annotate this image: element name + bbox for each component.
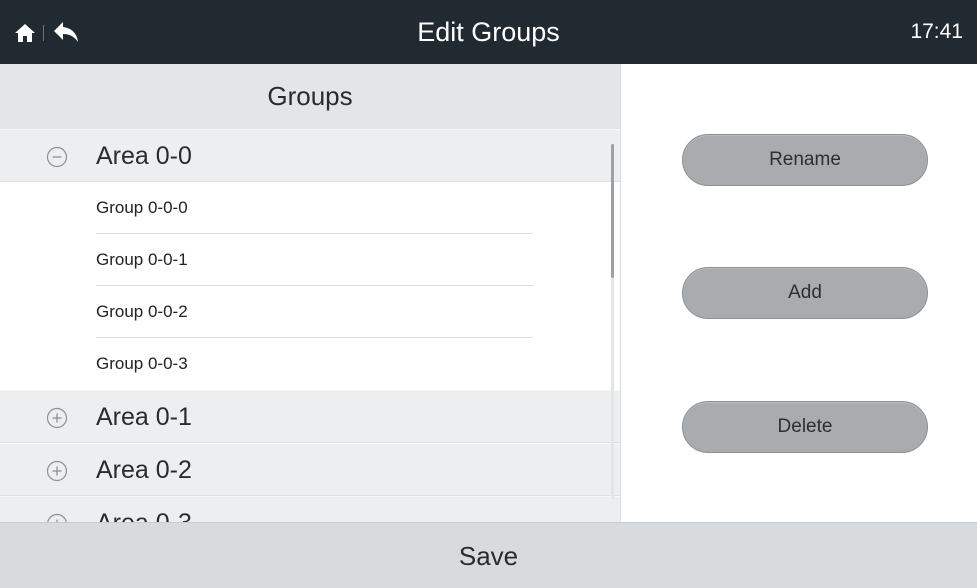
title-bar: Edit Groups 17:41 — [0, 0, 977, 64]
group-item[interactable]: Group 0-0-0 — [0, 182, 620, 234]
actions-panel: Rename Add Delete — [620, 64, 977, 522]
groups-panel-title: Groups — [0, 64, 620, 129]
area-label: Area 0-2 — [96, 456, 192, 484]
group-item[interactable]: Group 0-0-1 — [0, 234, 620, 286]
group-label: Group 0-0-3 — [96, 354, 188, 373]
list-scrollbar[interactable] — [611, 144, 614, 499]
save-button[interactable]: Save — [0, 522, 977, 588]
scrollbar-thumb[interactable] — [611, 144, 614, 278]
area-row[interactable]: Area 0-1 — [0, 390, 620, 443]
group-label: Group 0-0-0 — [96, 198, 188, 217]
groups-tree: Area 0-0 Group 0-0-0 Group 0-0-1 Group 0… — [0, 129, 620, 522]
area-row[interactable]: Area 0-0 — [0, 129, 620, 182]
group-label: Group 0-0-1 — [96, 250, 188, 269]
collapse-icon[interactable] — [46, 146, 68, 168]
area-row[interactable]: Area 0-3 — [0, 496, 620, 522]
page-title: Edit Groups — [417, 17, 560, 47]
group-label: Group 0-0-2 — [96, 302, 188, 321]
group-item[interactable]: Group 0-0-3 — [0, 338, 620, 390]
expand-icon[interactable] — [46, 513, 68, 522]
area-label: Area 0-3 — [96, 497, 192, 522]
delete-button[interactable]: Delete — [682, 401, 928, 453]
area-label: Area 0-1 — [96, 403, 192, 431]
groups-panel: Groups Area 0-0 Group 0-0-0 Group 0-0-1 … — [0, 64, 620, 522]
group-item[interactable]: Group 0-0-2 — [0, 286, 620, 338]
area-label: Area 0-0 — [96, 142, 192, 170]
area-row[interactable]: Area 0-2 — [0, 443, 620, 496]
clock: 17:41 — [910, 20, 963, 43]
add-button[interactable]: Add — [682, 267, 928, 319]
expand-icon[interactable] — [46, 460, 68, 482]
expand-icon[interactable] — [46, 407, 68, 429]
rename-button[interactable]: Rename — [682, 134, 928, 186]
